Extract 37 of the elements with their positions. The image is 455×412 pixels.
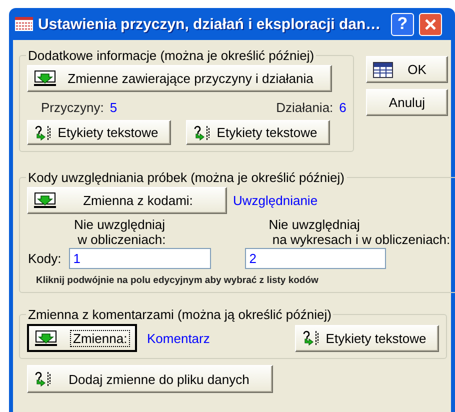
variable-name: Uwzględnianie xyxy=(233,193,318,208)
text-labels-button[interactable]: Etykiety tekstowe xyxy=(186,120,330,145)
variables-button[interactable]: Zmienne zawierające przyczyny i działania xyxy=(27,65,332,92)
field-label: Nie uwzględniaj w obliczeniach: xyxy=(74,217,166,247)
code-input[interactable]: 1 xyxy=(69,248,212,269)
field-label: Kody: xyxy=(28,251,62,266)
labels-icon xyxy=(34,124,52,140)
text-labels-button[interactable]: Etykiety tekstowe xyxy=(27,120,171,145)
text-labels-button[interactable]: Etykiety tekstowe xyxy=(295,324,439,352)
close-button[interactable] xyxy=(419,12,442,36)
labels-icon xyxy=(302,330,320,346)
count-value: 6 xyxy=(339,100,346,115)
app-icon xyxy=(15,17,33,31)
help-button[interactable]: ? xyxy=(391,12,414,36)
field-label: Nie uwzględniaj na wykresach i w obliczeniach: xyxy=(268,217,450,247)
ok-button[interactable]: OK xyxy=(366,56,448,83)
close-icon xyxy=(424,18,437,30)
variable-button[interactable]: Zmienna z kodami: xyxy=(27,187,227,214)
group-title: Kody uwzględniania próbek (można je określić później) xyxy=(27,170,346,185)
code-input[interactable]: 2 xyxy=(245,248,386,269)
field-label: Działania: xyxy=(276,100,334,115)
table-icon xyxy=(373,62,393,78)
labels-icon xyxy=(193,124,211,140)
add-variables-button[interactable]: Dodaj zmienne do pliku danych xyxy=(27,365,273,393)
hint-text: Kliknij podwójnie na polu edycyjnym aby wybrać z listy kodów xyxy=(36,275,320,286)
cancel-button[interactable]: Anuluj xyxy=(366,89,448,116)
field-label: Przyczyny: xyxy=(41,100,104,115)
variable-button[interactable]: Zmienna: xyxy=(27,324,137,352)
variable-name: Komentarz xyxy=(147,330,210,346)
group-title: Zmienna z komentarzami (można ją określić później) xyxy=(27,307,332,322)
import-icon xyxy=(35,330,57,346)
import-icon xyxy=(34,192,56,209)
count-value: 5 xyxy=(110,100,118,115)
group-title: Dodatkowe informacje (można je określić później) xyxy=(27,48,316,63)
labels-icon xyxy=(34,371,52,387)
window-title: Ustawienia przyczyn, działań i eksploracji dan… xyxy=(38,16,382,32)
import-icon xyxy=(34,70,56,87)
